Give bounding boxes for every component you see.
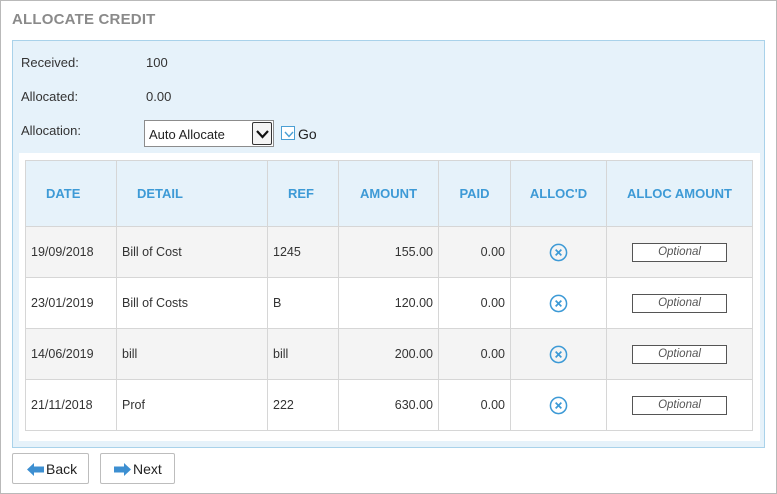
alloc-amount-input[interactable]: Optional xyxy=(632,395,727,415)
allocate-credit-dialog: ALLOCATE CREDIT Received: 100 Allocated:… xyxy=(0,0,777,494)
row-paid: 0.00 xyxy=(438,328,511,380)
column-header-alloc-amount[interactable]: ALLOC AMOUNT xyxy=(606,160,753,227)
row-alloc-amount: Optional xyxy=(606,379,753,431)
row-ref: 1245 xyxy=(267,226,339,278)
back-button[interactable]: Back xyxy=(12,453,89,484)
table-header-row: DATE DETAIL REF AMOUNT PAID ALLOC'D ALLO… xyxy=(25,160,753,227)
row-alloc-amount: Optional xyxy=(606,328,753,380)
allocated-value: 0.00 xyxy=(146,89,172,104)
allocation-label: Allocation: xyxy=(21,123,81,138)
table-row: 14/06/2019 bill bill 200.00 0.00 Optiona… xyxy=(25,328,753,380)
allocated-label: Allocated: xyxy=(21,89,79,104)
row-alloc-amount: Optional xyxy=(606,277,753,329)
column-header-date[interactable]: DATE xyxy=(25,160,117,227)
row-ref: B xyxy=(267,277,339,329)
chevron-down-icon[interactable] xyxy=(252,122,272,145)
allocation-select-value: Auto Allocate xyxy=(149,127,225,142)
allocation-table: DATE DETAIL REF AMOUNT PAID ALLOC'D ALLO… xyxy=(25,160,753,431)
row-amount: 155.00 xyxy=(338,226,439,278)
row-date: 14/06/2019 xyxy=(25,328,117,380)
row-ref: bill xyxy=(267,328,339,380)
row-allocd xyxy=(510,226,607,278)
allocation-select[interactable]: Auto Allocate xyxy=(144,120,274,147)
checkbox-check-icon xyxy=(284,131,294,138)
row-date: 19/09/2018 xyxy=(25,226,117,278)
allocation-table-container: DATE DETAIL REF AMOUNT PAID ALLOC'D ALLO… xyxy=(19,153,760,441)
received-label: Received: xyxy=(21,55,79,70)
page-title: ALLOCATE CREDIT xyxy=(12,11,156,28)
arrow-right-icon xyxy=(114,463,131,476)
row-allocd xyxy=(510,328,607,380)
close-circle-icon[interactable] xyxy=(549,396,568,415)
column-header-allocd[interactable]: ALLOC'D xyxy=(510,160,607,227)
row-date: 23/01/2019 xyxy=(25,277,117,329)
alloc-amount-input[interactable]: Optional xyxy=(632,344,727,364)
next-button[interactable]: Next xyxy=(100,453,175,484)
go-label[interactable]: Go xyxy=(298,126,317,142)
row-detail: Bill of Costs xyxy=(116,277,268,329)
row-allocd xyxy=(510,277,607,329)
allocation-panel: Received: 100 Allocated: 0.00 Allocation… xyxy=(12,40,765,448)
row-ref: 222 xyxy=(267,379,339,431)
row-paid: 0.00 xyxy=(438,226,511,278)
row-detail: Bill of Cost xyxy=(116,226,268,278)
alloc-amount-input[interactable]: Optional xyxy=(632,293,727,313)
column-header-ref[interactable]: REF xyxy=(267,160,339,227)
close-circle-icon[interactable] xyxy=(549,345,568,364)
row-paid: 0.00 xyxy=(438,379,511,431)
go-checkbox[interactable] xyxy=(281,126,295,140)
row-amount: 200.00 xyxy=(338,328,439,380)
row-amount: 120.00 xyxy=(338,277,439,329)
close-circle-icon[interactable] xyxy=(549,243,568,262)
table-row: 23/01/2019 Bill of Costs B 120.00 0.00 O… xyxy=(25,277,753,329)
row-detail: bill xyxy=(116,328,268,380)
alloc-amount-input[interactable]: Optional xyxy=(632,242,727,262)
row-alloc-amount: Optional xyxy=(606,226,753,278)
received-value: 100 xyxy=(146,55,168,70)
column-header-amount[interactable]: AMOUNT xyxy=(338,160,439,227)
row-detail: Prof xyxy=(116,379,268,431)
table-row: 21/11/2018 Prof 222 630.00 0.00 Optional xyxy=(25,379,753,431)
column-header-detail[interactable]: DETAIL xyxy=(116,160,268,227)
column-header-paid[interactable]: PAID xyxy=(438,160,511,227)
back-button-label: Back xyxy=(46,461,78,477)
next-button-label: Next xyxy=(133,461,162,477)
row-date: 21/11/2018 xyxy=(25,379,117,431)
row-allocd xyxy=(510,379,607,431)
arrow-left-icon xyxy=(27,463,44,476)
row-paid: 0.00 xyxy=(438,277,511,329)
row-amount: 630.00 xyxy=(338,379,439,431)
close-circle-icon[interactable] xyxy=(549,294,568,313)
table-row: 19/09/2018 Bill of Cost 1245 155.00 0.00… xyxy=(25,226,753,278)
